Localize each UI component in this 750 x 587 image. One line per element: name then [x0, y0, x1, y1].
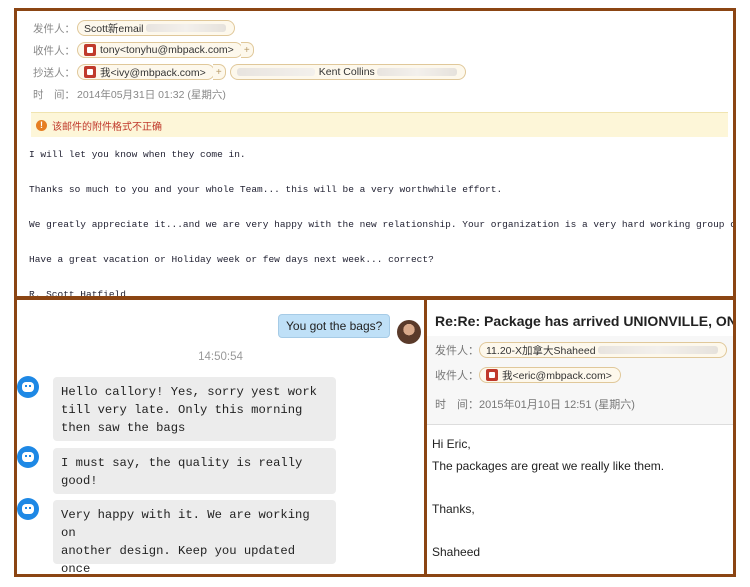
- email-screenshot-top: 发件人： Scott新email 收件人： tony<tonyhu@mbpack…: [14, 8, 736, 299]
- redacted-email: [145, 24, 226, 32]
- contact-card-icon: [486, 369, 498, 381]
- email-body-line: Thanks,: [432, 502, 475, 516]
- contact-avatar-icon: [17, 498, 39, 520]
- chat-timestamp: 14:50:54: [198, 351, 243, 363]
- email-screenshot-bottom: Re:Re: Package has arrived UNIONVILLE, O…: [424, 297, 736, 577]
- add-recipient-button[interactable]: +: [240, 42, 254, 58]
- outgoing-message: You got the bags?: [278, 314, 391, 338]
- cc-contact-name: 我<ivy@mbpack.com>: [100, 66, 206, 79]
- redacted-email: [236, 68, 315, 76]
- user-avatar: [397, 320, 421, 344]
- to-row: 收件人： tony<tonyhu@mbpack.com> +: [33, 42, 254, 58]
- email-body-line: Have a great vacation or Holiday week or…: [29, 254, 434, 265]
- email-subject: Re:Re: Package has arrived UNIONVILLE, O…: [435, 313, 736, 329]
- email-signature: Shaheed: [432, 545, 481, 559]
- cc-contact-pill[interactable]: 我<ivy@mbpack.com>: [77, 64, 215, 80]
- time-value: 2015年01月10日 12:51 (星期六): [479, 399, 635, 411]
- email-body-line: The packages are great we really like th…: [432, 459, 665, 473]
- time-label: 时 间：: [435, 399, 479, 411]
- time-row: 时 间： 2015年01月10日 12:51 (星期六): [435, 396, 635, 412]
- from-contact-name: 11.20-X加拿大Shaheed: [486, 344, 596, 357]
- to-contact-pill[interactable]: 我<eric@mbpack.com>: [479, 367, 621, 383]
- email-body-line: I will let you know when they come in.: [29, 149, 246, 160]
- from-label: 发件人：: [33, 22, 75, 35]
- email-body-line: Hi Eric,: [432, 437, 471, 451]
- incoming-message: Hello callory! Yes, sorry yest work till…: [53, 377, 336, 441]
- to-label: 收件人：: [33, 44, 75, 57]
- warning-icon: !: [36, 119, 47, 131]
- redacted-email: [597, 346, 718, 354]
- cc-label: 抄送人：: [33, 66, 75, 79]
- contact-card-icon: [84, 66, 96, 78]
- from-contact-pill[interactable]: 11.20-X加拿大Shaheed: [479, 342, 727, 358]
- attachment-warning-bar: ! 该邮件的附件格式不正确: [31, 112, 728, 137]
- contact-card-icon: [84, 44, 96, 56]
- to-contact-name: tony<tonyhu@mbpack.com>: [100, 44, 234, 56]
- email-body-line: We greatly appreciate it...and we are ve…: [29, 219, 736, 230]
- from-row: 发件人： 11.20-X加拿大Shaheed: [435, 342, 727, 358]
- add-cc-button[interactable]: +: [212, 64, 226, 80]
- time-label: 时 间：: [33, 89, 75, 101]
- from-contact-name: Scott新email: [84, 22, 144, 35]
- time-row: 时 间： 2014年05月31日 01:32 (星期六): [33, 87, 226, 102]
- cc-row: 抄送人： 我<ivy@mbpack.com> + Kent Collins: [33, 64, 466, 80]
- contact-avatar-icon: [17, 446, 39, 468]
- contact-avatar-icon: [17, 376, 39, 398]
- redacted-email: [376, 68, 457, 76]
- to-contact-name: 我<eric@mbpack.com>: [502, 369, 612, 382]
- attachment-warning-text: 该邮件的附件格式不正确: [52, 121, 162, 133]
- from-row: 发件人： Scott新email: [33, 20, 235, 36]
- from-label: 发件人：: [435, 345, 479, 357]
- email-body-line: Thanks so much to you and your whole Tea…: [29, 184, 503, 195]
- chat-screenshot: You got the bags? 14:50:54 Hello callory…: [14, 297, 427, 577]
- cc-contact-name-2: Kent Collins: [318, 66, 375, 78]
- cc-contact-pill-2[interactable]: Kent Collins: [229, 64, 466, 80]
- incoming-message: Very happy with it. We are working on an…: [53, 500, 336, 574]
- to-row: 收件人： 我<eric@mbpack.com>: [435, 367, 621, 383]
- from-contact-pill[interactable]: Scott新email: [77, 20, 235, 36]
- to-label: 收件人：: [435, 370, 479, 382]
- incoming-message: I must say, the quality is really good!: [53, 448, 336, 494]
- to-contact-pill[interactable]: tony<tonyhu@mbpack.com>: [77, 42, 243, 58]
- time-value: 2014年05月31日 01:32 (星期六): [77, 89, 226, 101]
